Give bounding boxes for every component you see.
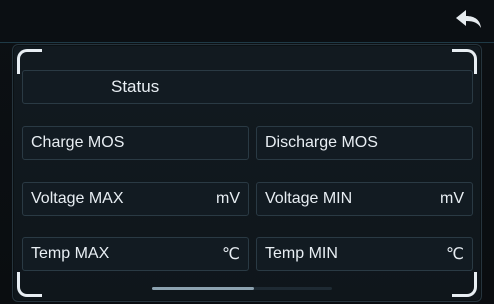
scrollbar[interactable] bbox=[152, 287, 332, 290]
status-header: Status bbox=[22, 70, 473, 104]
charge-mos-field: Charge MOS bbox=[22, 126, 249, 160]
voltage-min-unit: mV bbox=[440, 190, 464, 207]
corner-decoration bbox=[452, 272, 477, 297]
voltage-max-unit: mV bbox=[216, 190, 240, 207]
temp-min-unit: ℃ bbox=[446, 246, 464, 263]
voltage-max-label: Voltage MAX bbox=[31, 190, 124, 207]
discharge-mos-label: Discharge MOS bbox=[265, 134, 378, 151]
temp-min-label: Temp MIN bbox=[265, 245, 338, 262]
scrollbar-thumb[interactable] bbox=[152, 287, 254, 290]
discharge-mos-field: Discharge MOS bbox=[256, 126, 473, 160]
temp-max-unit: ℃ bbox=[222, 246, 240, 263]
back-button[interactable] bbox=[452, 6, 486, 36]
back-arrow-icon bbox=[456, 10, 481, 28]
voltage-max-field: Voltage MAX mV bbox=[22, 182, 249, 216]
voltage-min-label: Voltage MIN bbox=[265, 190, 353, 207]
temp-max-field: Temp MAX ℃ bbox=[22, 237, 249, 271]
screen: Status Charge MOS Discharge MOS Voltage … bbox=[0, 0, 494, 304]
corner-decoration bbox=[17, 272, 42, 297]
top-bar bbox=[0, 0, 494, 43]
voltage-min-field: Voltage MIN mV bbox=[256, 182, 473, 216]
temp-max-label: Temp MAX bbox=[31, 245, 110, 262]
status-label: Status bbox=[111, 77, 160, 96]
temp-min-field: Temp MIN ℃ bbox=[256, 237, 473, 271]
charge-mos-label: Charge MOS bbox=[31, 134, 125, 151]
